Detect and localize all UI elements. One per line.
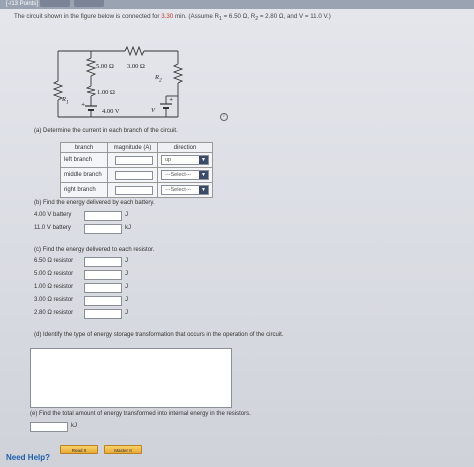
table-header: magnitude (A) xyxy=(107,142,158,153)
table-header: branch xyxy=(60,142,108,153)
top-tab xyxy=(74,0,104,7)
branch-name: right branch xyxy=(60,182,108,198)
total-internal-energy-input[interactable] xyxy=(30,422,68,432)
resistor-1-00-energy-input[interactable] xyxy=(84,283,122,293)
top-tab xyxy=(40,0,70,7)
read-it-button[interactable]: Read It xyxy=(60,445,98,454)
direction-cell: ---Select--- ▼ xyxy=(157,182,213,198)
resistor-label: 1.00 Ω resistor xyxy=(34,284,74,290)
unit-label: J xyxy=(125,258,128,264)
resistor-label: 3.00 Ω resistor xyxy=(34,297,74,303)
v-label: V xyxy=(151,107,155,114)
part-d-question: (d) Identify the type of energy storage … xyxy=(34,332,284,338)
resistor-label: 6.50 Ω resistor xyxy=(34,258,74,264)
current-table: branch magnitude (A) direction left bran… xyxy=(60,142,213,198)
problem-prompt: The circuit shown in the figure below is… xyxy=(14,13,331,22)
unit-label: J xyxy=(125,284,128,290)
unit-label: J xyxy=(125,297,128,303)
need-help-label: Need Help? xyxy=(6,453,51,462)
unit-label: J xyxy=(125,271,128,277)
resistor-5-ohm-label: 5.00 Ω xyxy=(96,63,114,70)
prompt-text: = 6.50 Ω, R xyxy=(221,13,256,20)
svg-text:+: + xyxy=(169,97,173,103)
battery-4v-energy-input[interactable] xyxy=(84,211,122,221)
top-strip: [-/13 Points] xyxy=(0,0,474,9)
unit-label: J xyxy=(125,212,128,218)
prompt-text: The circuit shown in the figure below is… xyxy=(14,13,162,20)
middle-branch-magnitude-input[interactable] xyxy=(115,170,153,180)
battery-label: 11.0 V battery xyxy=(34,225,71,231)
part-b-question: (b) Find the energy delivered by each ba… xyxy=(34,200,155,206)
table-row: right branch ---Select--- ▼ xyxy=(60,182,213,198)
part-e-question: (e) Find the total amount of energy tran… xyxy=(30,411,251,417)
table-header: direction xyxy=(157,142,213,153)
resistor-label: 2.80 Ω resistor xyxy=(34,310,74,316)
resistor-energy-row: 6.50 Ω resistor J xyxy=(34,257,144,267)
direction-cell: up ▼ xyxy=(157,152,213,168)
magnitude-cell xyxy=(107,182,158,198)
battery-energy-row: 11.0 V battery kJ xyxy=(34,224,144,234)
right-branch-direction-select[interactable]: ---Select--- ▼ xyxy=(161,185,209,195)
direction-cell: ---Select--- ▼ xyxy=(157,167,213,183)
question-page: The circuit shown in the figure below is… xyxy=(0,9,474,467)
resistor-energy-row: 3.00 Ω resistor J xyxy=(34,296,144,306)
battery-4v-label: 4.00 V xyxy=(102,108,120,115)
resistor-energy-row: 1.00 Ω resistor J xyxy=(34,283,144,293)
unit-label: J xyxy=(125,310,128,316)
svg-text:+: + xyxy=(81,102,85,108)
right-branch-magnitude-input[interactable] xyxy=(115,185,153,195)
table-row: middle branch ---Select--- ▼ xyxy=(60,167,213,183)
table-row: left branch up ▼ xyxy=(60,152,213,168)
info-icon[interactable]: i xyxy=(220,113,228,121)
middle-branch-direction-select[interactable]: ---Select--- ▼ xyxy=(161,170,209,180)
resistor-1-ohm-label: 1.00 Ω xyxy=(97,89,115,96)
part-c-question: (c) Find the energy delivered to each re… xyxy=(34,247,155,253)
chevron-down-icon: ▼ xyxy=(199,156,208,164)
battery-label: 4.00 V battery xyxy=(34,212,72,218)
resistor-6-50-energy-input[interactable] xyxy=(84,257,122,267)
r1-label: R1 xyxy=(62,96,69,106)
points-label: [-/13 Points] xyxy=(6,1,39,7)
chevron-down-icon: ▼ xyxy=(199,171,208,179)
part-a-question: (a) Determine the current in each branch… xyxy=(34,128,178,134)
magnitude-cell xyxy=(107,152,158,168)
left-branch-magnitude-input[interactable] xyxy=(115,155,153,165)
unit-label: kJ xyxy=(125,225,131,231)
branch-name: left branch xyxy=(60,152,108,168)
r2-label: R2 xyxy=(155,74,162,84)
resistor-energy-row: 5.00 Ω resistor J xyxy=(34,270,144,280)
energy-transformation-textarea[interactable] xyxy=(30,348,232,408)
branch-name: middle branch xyxy=(60,167,108,183)
unit-label: kJ xyxy=(71,423,77,429)
circuit-schematic: + + xyxy=(52,45,184,118)
resistor-3-ohm-label: 3.00 Ω xyxy=(127,63,145,70)
resistor-3-00-energy-input[interactable] xyxy=(84,296,122,306)
master-it-button[interactable]: Master It xyxy=(104,445,142,454)
magnitude-cell xyxy=(107,167,158,183)
battery-11v-energy-input[interactable] xyxy=(84,224,122,234)
time-value: 3.30 xyxy=(161,13,174,20)
resistor-energy-row: 2.80 Ω resistor J xyxy=(34,309,144,319)
chevron-down-icon: ▼ xyxy=(199,186,208,194)
resistor-label: 5.00 Ω resistor xyxy=(34,271,74,277)
resistor-2-80-energy-input[interactable] xyxy=(84,309,122,319)
battery-energy-row: 4.00 V battery J xyxy=(34,211,144,221)
prompt-text: min. (Assume R xyxy=(173,13,219,20)
prompt-text: = 2.80 Ω, and V = 11.0 V.) xyxy=(258,13,331,20)
left-branch-direction-select[interactable]: up ▼ xyxy=(161,155,209,165)
total-energy-row: kJ xyxy=(30,422,90,432)
resistor-5-00-energy-input[interactable] xyxy=(84,270,122,280)
